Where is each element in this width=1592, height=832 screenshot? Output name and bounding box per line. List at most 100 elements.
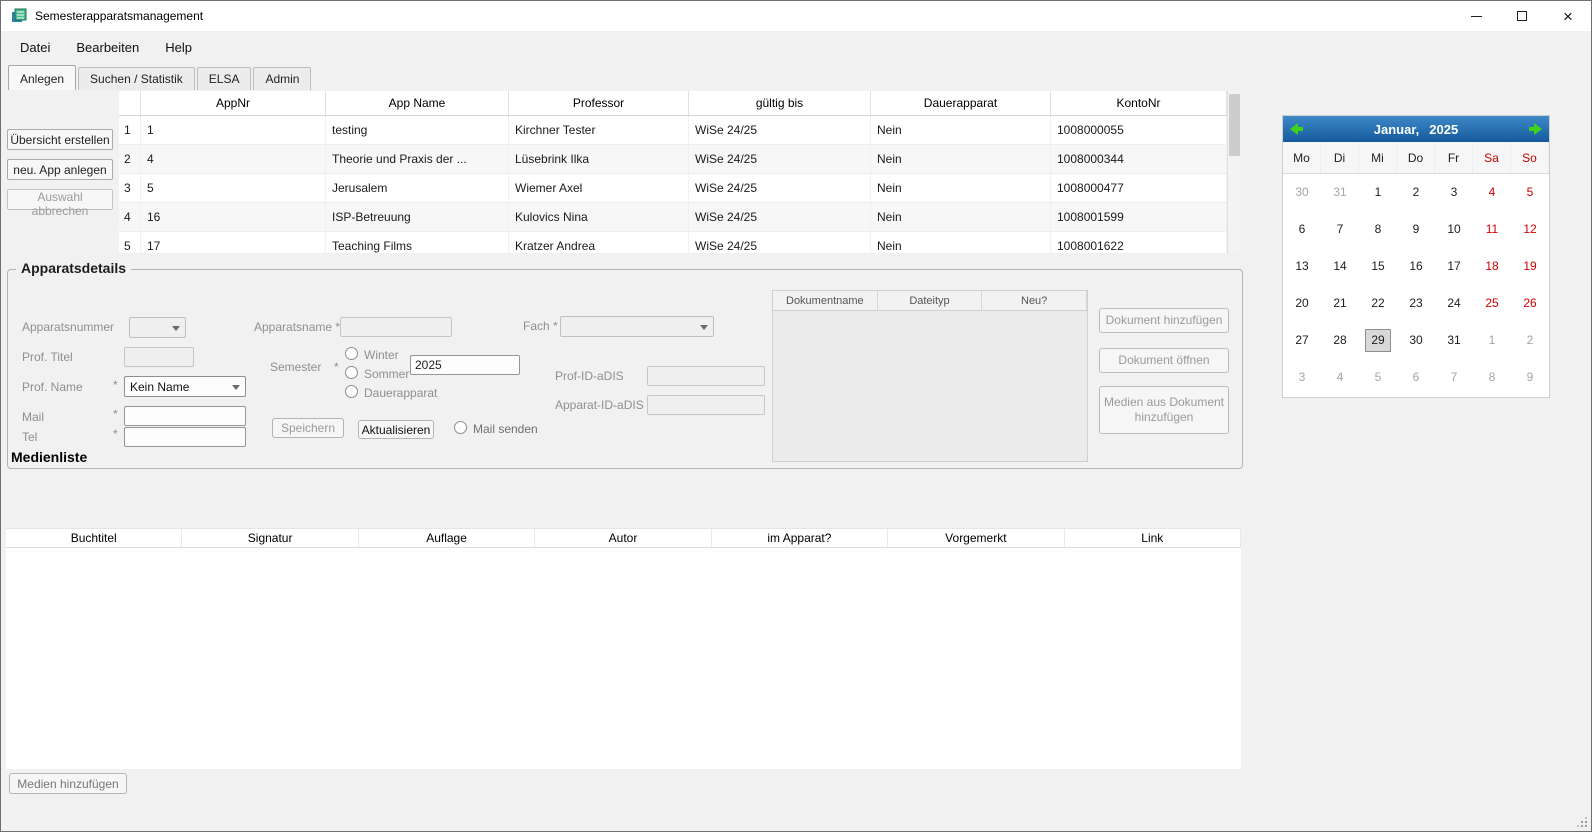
speichern-button[interactable]: Speichern: [272, 418, 344, 438]
fach-select[interactable]: [560, 316, 714, 337]
calendar-day[interactable]: 2: [1397, 174, 1435, 211]
calendar-day[interactable]: 20: [1283, 285, 1321, 322]
calendar-day[interactable]: 6: [1283, 211, 1321, 248]
scrollbar-thumb[interactable]: [1229, 94, 1240, 156]
col-kontonr[interactable]: KontoNr: [1051, 91, 1227, 115]
calendar-day[interactable]: 30: [1283, 174, 1321, 211]
tab-admin[interactable]: Admin: [253, 67, 311, 90]
dokument-oeffnen-button[interactable]: Dokument öffnen: [1099, 348, 1229, 373]
calendar-day[interactable]: 9: [1397, 211, 1435, 248]
tel-input[interactable]: [124, 427, 246, 447]
medien-hinzufuegen-button[interactable]: Medien hinzufügen: [9, 773, 127, 794]
medien-aus-dokument-button[interactable]: Medien aus Dokument hinzufügen: [1099, 386, 1229, 434]
col-buchtitel[interactable]: Buchtitel: [6, 529, 182, 547]
calendar-day[interactable]: 27: [1283, 322, 1321, 359]
calendar-day[interactable]: 22: [1359, 285, 1397, 322]
calendar-day[interactable]: 10: [1435, 211, 1473, 248]
calendar-day[interactable]: 16: [1397, 248, 1435, 285]
col-signatur[interactable]: Signatur: [182, 529, 358, 547]
app-table-row[interactable]: 5 17 Teaching Films Kratzer Andrea WiSe …: [119, 232, 1241, 253]
calendar-day[interactable]: 26: [1511, 285, 1549, 322]
maximize-button[interactable]: [1499, 1, 1545, 31]
calendar-day[interactable]: 14: [1321, 248, 1359, 285]
dokument-hinzufuegen-button[interactable]: Dokument hinzufügen: [1099, 308, 1229, 333]
calendar-day[interactable]: 6: [1397, 359, 1435, 396]
calendar-day[interactable]: 9: [1511, 359, 1549, 396]
semester-year-input[interactable]: 2025: [410, 355, 520, 375]
resize-grip[interactable]: [1577, 817, 1587, 827]
neue-app-anlegen-button[interactable]: neu. App anlegen: [7, 159, 113, 180]
col-dauerapparat[interactable]: Dauerapparat: [871, 91, 1051, 115]
titlebar[interactable]: Semesterapparatsmanagement ×: [1, 1, 1591, 31]
apparatsname-input[interactable]: [340, 317, 452, 337]
auswahl-abbrechen-button[interactable]: Auswahl abbrechen: [7, 189, 113, 210]
col-auflage[interactable]: Auflage: [359, 529, 535, 547]
sommer-radio[interactable]: [345, 366, 358, 379]
calendar-day[interactable]: 24: [1435, 285, 1473, 322]
calendar-day[interactable]: 31: [1321, 174, 1359, 211]
calendar-day[interactable]: 28: [1321, 322, 1359, 359]
menu-help[interactable]: Help: [152, 33, 205, 62]
calendar-day[interactable]: 18: [1473, 248, 1511, 285]
calendar-day[interactable]: 3: [1435, 174, 1473, 211]
col-link[interactable]: Link: [1065, 529, 1241, 547]
col-vorgemerkt[interactable]: Vorgemerkt: [888, 529, 1064, 547]
apparat-id-adis-input[interactable]: [647, 395, 765, 415]
calendar-day[interactable]: 1: [1473, 322, 1511, 359]
col-neu[interactable]: Neu?: [982, 291, 1087, 310]
app-table-scrollbar[interactable]: [1227, 91, 1241, 253]
winter-radio[interactable]: [345, 347, 358, 360]
mail-input[interactable]: [124, 406, 246, 426]
calendar-day[interactable]: 15: [1359, 248, 1397, 285]
tab-anlegen[interactable]: Anlegen: [8, 65, 76, 90]
calendar-day[interactable]: 7: [1435, 359, 1473, 396]
calendar-day[interactable]: 19: [1511, 248, 1549, 285]
calendar-day[interactable]: 13: [1283, 248, 1321, 285]
app-table-row[interactable]: 1 1 testing Kirchner Tester WiSe 24/25 N…: [119, 116, 1241, 145]
aktualisieren-button[interactable]: Aktualisieren: [358, 420, 434, 439]
calendar-day[interactable]: 11: [1473, 211, 1511, 248]
calendar-day[interactable]: 5: [1359, 359, 1397, 396]
calendar-day[interactable]: 2: [1511, 322, 1549, 359]
col-autor[interactable]: Autor: [535, 529, 711, 547]
calendar-day[interactable]: 23: [1397, 285, 1435, 322]
menu-bearbeiten[interactable]: Bearbeiten: [63, 33, 152, 62]
calendar-day[interactable]: 29: [1359, 322, 1397, 359]
col-im-apparat[interactable]: im Apparat?: [712, 529, 888, 547]
uebersicht-erstellen-button[interactable]: Übersicht erstellen: [7, 129, 113, 150]
calendar-day[interactable]: 30: [1397, 322, 1435, 359]
calendar-day[interactable]: 7: [1321, 211, 1359, 248]
calendar-day[interactable]: 8: [1473, 359, 1511, 396]
calendar-prev-button[interactable]: [1283, 116, 1311, 142]
col-app-name[interactable]: App Name: [326, 91, 509, 115]
col-appnr[interactable]: AppNr: [141, 91, 326, 115]
col-gueltig-bis[interactable]: gültig bis: [689, 91, 871, 115]
calendar-day[interactable]: 8: [1359, 211, 1397, 248]
calendar-day[interactable]: 31: [1435, 322, 1473, 359]
prof-titel-input[interactable]: [124, 347, 194, 367]
col-dateityp[interactable]: Dateityp: [878, 291, 983, 310]
tab-suchen-statistik[interactable]: Suchen / Statistik: [78, 67, 195, 90]
calendar-day[interactable]: 3: [1283, 359, 1321, 396]
tab-elsa[interactable]: ELSA: [197, 67, 252, 90]
calendar-day[interactable]: 12: [1511, 211, 1549, 248]
app-table-row[interactable]: 3 5 Jerusalem Wiemer Axel WiSe 24/25 Nei…: [119, 174, 1241, 203]
app-table-row[interactable]: 4 16 ISP-Betreuung Kulovics Nina WiSe 24…: [119, 203, 1241, 232]
mail-senden-checkbox[interactable]: [454, 421, 467, 434]
prof-name-select[interactable]: Kein Name: [124, 376, 246, 397]
calendar-day[interactable]: 21: [1321, 285, 1359, 322]
apparatsnummer-select[interactable]: [129, 317, 186, 338]
calendar-day[interactable]: 25: [1473, 285, 1511, 322]
calendar-next-button[interactable]: [1521, 116, 1549, 142]
app-table-row[interactable]: 2 4 Theorie und Praxis der ... Lüsebrink…: [119, 145, 1241, 174]
dauerapparat-radio[interactable]: [345, 385, 358, 398]
calendar-day[interactable]: 17: [1435, 248, 1473, 285]
col-dokumentname[interactable]: Dokumentname: [773, 291, 878, 310]
close-button[interactable]: ×: [1545, 1, 1591, 31]
calendar-day[interactable]: 1: [1359, 174, 1397, 211]
calendar-day[interactable]: 5: [1511, 174, 1549, 211]
col-professor[interactable]: Professor: [509, 91, 689, 115]
calendar-day[interactable]: 4: [1321, 359, 1359, 396]
minimize-button[interactable]: [1453, 1, 1499, 31]
menu-datei[interactable]: Datei: [7, 33, 63, 62]
